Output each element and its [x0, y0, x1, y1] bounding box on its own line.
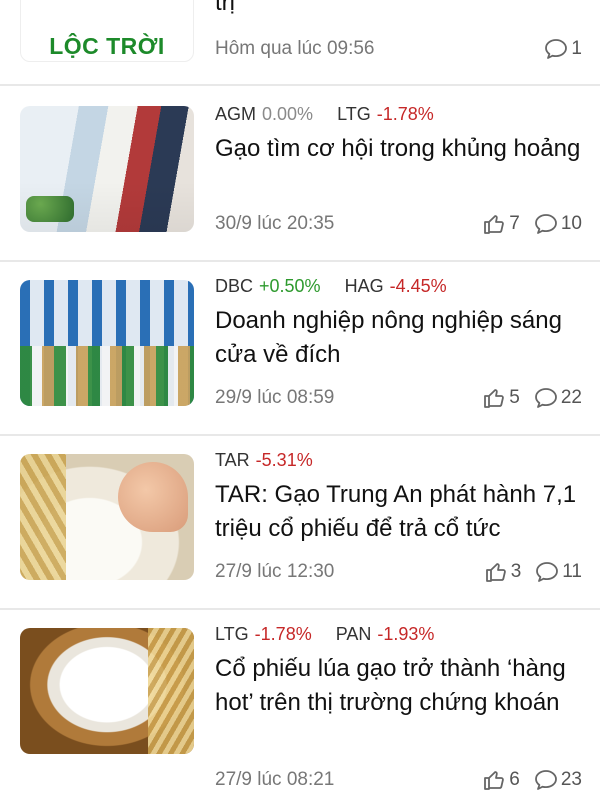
news-item[interactable]: DBC +0.50% HAG -4.45% Doanh nghiệp nông … — [0, 262, 600, 436]
article-title[interactable]: TAR: Gạo Trung An phát hành 7,1 triệu cổ… — [215, 478, 582, 546]
comment-bubble-icon — [534, 214, 557, 234]
comment-bubble-icon — [534, 770, 557, 790]
news-feed: LỘC TRỜI trị Hôm qua lúc 09:56 1 AGM 0.0… — [0, 0, 600, 800]
ticker-tag[interactable]: TAR -5.31% — [215, 450, 313, 476]
comment-bubble-icon — [536, 562, 559, 582]
article-time: 27/9 lúc 08:21 — [215, 769, 335, 790]
comment-count[interactable]: 22 — [534, 387, 582, 409]
ticker-tag[interactable]: LTG -1.78% — [215, 624, 312, 650]
ticker-list: DBC +0.50% HAG -4.45% — [215, 276, 582, 302]
ticker-list: AGM 0.00% LTG -1.78% — [215, 104, 582, 130]
article-time: Hôm qua lúc 09:56 — [215, 38, 375, 59]
article-thumbnail[interactable] — [20, 454, 194, 580]
comment-count[interactable]: 23 — [534, 769, 582, 791]
article-time: 27/9 lúc 12:30 — [215, 561, 335, 582]
news-item[interactable]: TAR -5.31% TAR: Gạo Trung An phát hành 7… — [0, 436, 600, 610]
thumbs-up-icon — [485, 563, 506, 582]
comment-bubble-icon — [534, 388, 557, 408]
article-thumbnail[interactable] — [20, 628, 194, 754]
thumbs-up-icon — [484, 215, 505, 234]
like-count[interactable]: 5 — [482, 386, 520, 410]
article-time: 30/9 lúc 20:35 — [215, 213, 335, 234]
article-thumbnail[interactable]: LỘC TRỜI — [20, 0, 194, 62]
ticker-list: LTG -1.78% PAN -1.93% — [215, 624, 582, 650]
thumbs-up-icon — [484, 771, 505, 790]
article-title[interactable]: Gạo tìm cơ hội trong khủng hoảng — [215, 132, 582, 166]
like-count[interactable]: 3 — [484, 560, 521, 584]
comment-count[interactable]: 1 — [544, 38, 582, 60]
article-thumbnail[interactable] — [20, 106, 194, 232]
news-item[interactable]: AGM 0.00% LTG -1.78% Gạo tìm cơ hội tron… — [0, 88, 600, 262]
ticker-tag[interactable]: DBC +0.50% — [215, 276, 321, 302]
news-item[interactable]: LTG -1.78% PAN -1.93% Cổ phiếu lúa gạo t… — [0, 610, 600, 800]
ticker-tag[interactable]: LTG -1.78% — [337, 104, 434, 130]
like-count[interactable]: 7 — [482, 212, 520, 236]
comment-bubble-icon — [545, 39, 568, 59]
article-thumbnail[interactable] — [20, 280, 194, 406]
article-title[interactable]: Doanh nghiệp nông nghiệp sáng cửa về đíc… — [215, 304, 582, 372]
thumbs-up-icon — [484, 389, 505, 408]
ticker-list: TAR -5.31% — [215, 450, 582, 476]
logo-text: LỘC TRỜI — [49, 33, 165, 59]
article-title[interactable]: trị — [215, 0, 582, 20]
comment-count[interactable]: 11 — [535, 561, 582, 583]
comment-count[interactable]: 10 — [534, 213, 582, 235]
like-count[interactable]: 6 — [482, 768, 520, 792]
ticker-tag[interactable]: HAG -4.45% — [345, 276, 447, 302]
article-time: 29/9 lúc 08:59 — [215, 387, 335, 408]
ticker-tag[interactable]: PAN -1.93% — [336, 624, 435, 650]
ticker-tag[interactable]: AGM 0.00% — [215, 104, 313, 130]
news-item[interactable]: LỘC TRỜI trị Hôm qua lúc 09:56 1 — [0, 0, 600, 86]
article-title[interactable]: Cổ phiếu lúa gạo trở thành ‘hàng hot’ tr… — [215, 652, 582, 720]
